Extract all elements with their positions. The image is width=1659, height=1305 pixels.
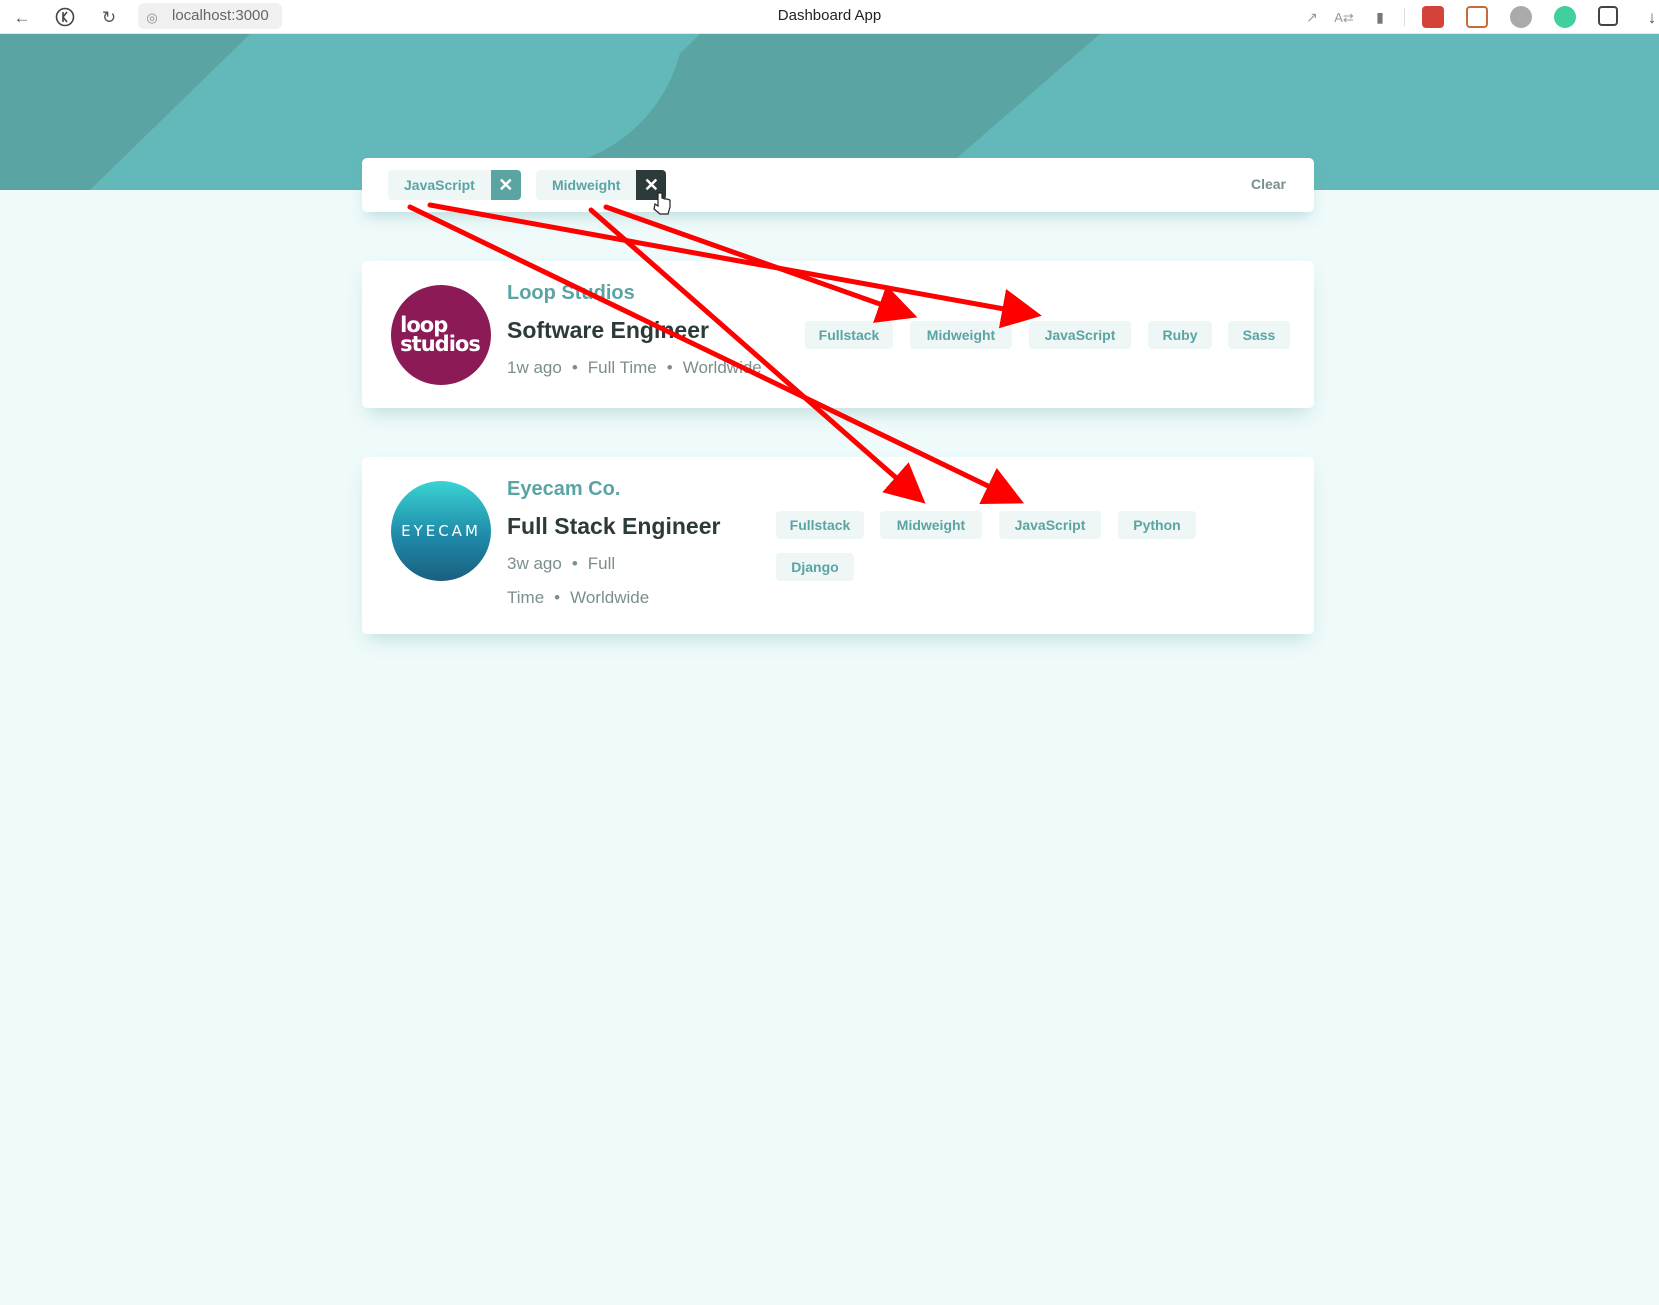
toolbar-divider [1404,8,1405,26]
job-title[interactable]: Full Stack Engineer [507,513,720,540]
close-icon: ✕ [643,174,659,195]
location: Worldwide [570,588,650,607]
remove-filter-button[interactable]: ✕ [490,170,521,200]
job-title[interactable]: Software Engineer [507,317,709,344]
extension-3-icon[interactable] [1554,6,1576,28]
company-name[interactable]: Loop Studios [507,282,635,305]
company-name[interactable]: Eyecam Co. [507,478,620,501]
extension-2-icon[interactable] [1466,6,1488,28]
clear-button[interactable]: Clear [1251,176,1286,192]
logo-text: loop studios [400,313,481,356]
filter-chip-label: JavaScript [388,170,491,200]
posted-at: 3w ago [507,554,562,573]
bookmark-icon[interactable]: ▮ [1368,5,1392,29]
job-card: EYECAM Eyecam Co. Full Stack Engineer 3w… [362,457,1314,634]
share-icon[interactable]: ↗ [1300,5,1324,29]
filter-chip-javascript: JavaScript ✕ [388,170,521,200]
logo-text: EYECAM [401,522,481,540]
filter-chip-midweight: Midweight ✕ [536,170,667,200]
posted-at: 1w ago [507,358,562,377]
job-meta: 1w ago • Full Time • Worldwide [507,358,762,377]
job-tag[interactable]: Sass [1228,321,1290,349]
job-meta: 3w ago • Full Time • Worldwide [507,554,650,607]
download-icon[interactable]: ↓ [1640,5,1659,29]
tab-title: Dashboard App [777,7,882,24]
job-tag[interactable]: Fullstack [805,321,893,349]
translate-icon[interactable]: A⇄ [1332,5,1356,29]
job-card: loop studios Loop Studios Software Engine… [362,261,1314,408]
job-tag[interactable]: Midweight [880,511,982,539]
close-icon: ✕ [498,174,514,195]
job-tag[interactable]: Django [776,553,854,581]
filter-bar: JavaScript ✕ Midweight ✕ Clear [362,158,1314,212]
filter-chip-label: Midweight [536,170,637,200]
globe-icon[interactable] [1510,6,1532,28]
remove-filter-button[interactable]: ✕ [636,170,667,200]
job-tag[interactable]: JavaScript [1029,321,1131,349]
job-tag[interactable]: Ruby [1148,321,1212,349]
extensions-icon[interactable] [1598,6,1618,26]
job-tag[interactable]: Python [1118,511,1196,539]
job-tag[interactable]: JavaScript [999,511,1101,539]
contract-type: Full Time [587,358,657,377]
company-logo: loop studios [391,285,491,385]
company-logo: EYECAM [391,481,491,581]
location: Worldwide [682,358,762,377]
browser-toolbar: ← ↻ ◎ localhost:3000 Dashboard App ↗ A⇄ … [0,0,1659,34]
job-tag[interactable]: Fullstack [776,511,864,539]
job-tag[interactable]: Midweight [910,321,1012,349]
extension-1-icon[interactable] [1422,6,1444,28]
